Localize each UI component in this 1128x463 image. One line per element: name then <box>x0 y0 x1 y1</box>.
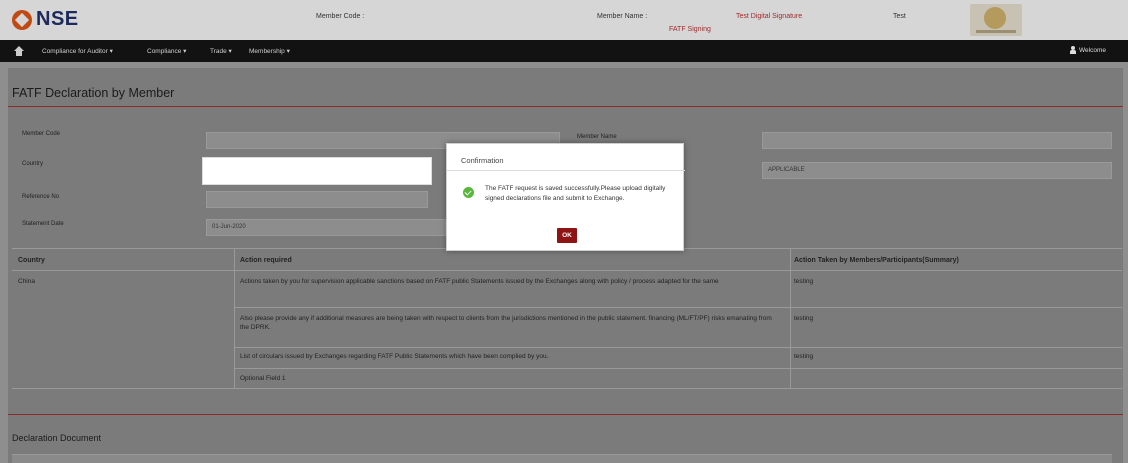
top-header: NSE Member Code : Member Name : FATF Sig… <box>0 0 1128 40</box>
nse-logo-icon <box>12 9 32 30</box>
country-input[interactable] <box>202 157 432 185</box>
applicable-field: APPLICABLE <box>762 162 1112 179</box>
country-cell: China <box>18 278 35 285</box>
page-title: FATF Declaration by Member <box>12 86 175 100</box>
nav-compliance[interactable]: Compliance ▾ <box>147 47 186 55</box>
row-divider <box>234 307 1122 308</box>
member-code-header-label: Member Code : <box>316 13 365 20</box>
main-navbar: Compliance for Auditor ▾ Compliance ▾ Tr… <box>0 40 1128 62</box>
test-label: Test <box>893 13 906 20</box>
member-code-label: Member Code <box>22 131 61 137</box>
declaration-document-title: Declaration Document <box>12 433 102 443</box>
dialog-title: Confirmation <box>461 156 504 165</box>
document-toolbar[interactable] <box>12 454 1112 463</box>
test-digital-signature-link[interactable]: Test Digital Signature <box>736 13 802 20</box>
nse-logo-text: NSE <box>36 8 79 30</box>
fatf-signing-link[interactable]: FATF Signing <box>669 26 711 33</box>
title-divider <box>8 106 1123 107</box>
emblem-logo <box>970 4 1022 36</box>
row-divider <box>234 347 1122 348</box>
dialog-message: The FATF request is saved successfully.P… <box>485 185 666 202</box>
col-header-country: Country <box>18 257 45 264</box>
action-taken-cell[interactable]: testing <box>794 277 813 286</box>
statement-date-value: 01-Jun-2020 <box>212 224 246 230</box>
member-name-label: Member Name <box>577 134 617 140</box>
column-divider <box>790 248 791 389</box>
reference-no-label: Reference No <box>22 194 60 200</box>
table-header-divider <box>12 270 1122 271</box>
nav-compliance-for-auditor[interactable]: Compliance for Auditor ▾ <box>42 47 113 55</box>
action-taken-cell[interactable]: testing <box>794 314 813 323</box>
confirmation-dialog: Confirmation The FATF request is saved s… <box>446 143 685 251</box>
success-check-icon <box>463 187 474 198</box>
section-divider <box>8 414 1123 415</box>
action-required-cell: Actions taken by you for supervision app… <box>240 278 719 285</box>
dialog-title-divider <box>447 170 685 171</box>
statement-date-label: Statement Date <box>22 221 64 227</box>
member-name-input[interactable] <box>762 132 1112 149</box>
user-icon <box>1070 46 1077 54</box>
welcome-label: Welcome <box>1079 46 1106 54</box>
action-required-cell: Also please provide any if additional me… <box>240 315 772 331</box>
row-divider <box>234 368 1122 369</box>
applicable-value: APPLICABLE <box>768 167 805 173</box>
fatf-actions-table: Country Action required Action Taken by … <box>12 248 1122 393</box>
action-required-cell: List of circulars issued by Exchanges re… <box>240 353 549 360</box>
member-name-header-label: Member Name : <box>597 13 648 20</box>
col-header-action-required: Action required <box>240 257 292 264</box>
action-required-cell: Optional Field 1 <box>240 375 286 382</box>
ok-button[interactable]: OK <box>557 228 577 243</box>
col-header-action-taken: Action Taken by Members/Participants(Sum… <box>794 257 959 264</box>
reference-no-input[interactable] <box>206 191 428 208</box>
nse-logo: NSE <box>12 8 79 31</box>
country-label: Country <box>22 161 44 167</box>
action-taken-cell[interactable]: testing <box>794 352 813 361</box>
table-border-bottom <box>12 388 1122 389</box>
nav-membership[interactable]: Membership ▾ <box>249 47 290 55</box>
column-divider <box>234 248 235 389</box>
welcome-menu[interactable]: Welcome <box>1070 46 1106 54</box>
home-icon[interactable] <box>14 46 24 56</box>
nav-trade[interactable]: Trade ▾ <box>210 47 232 55</box>
statement-date-input[interactable]: 01-Jun-2020 <box>206 219 446 236</box>
